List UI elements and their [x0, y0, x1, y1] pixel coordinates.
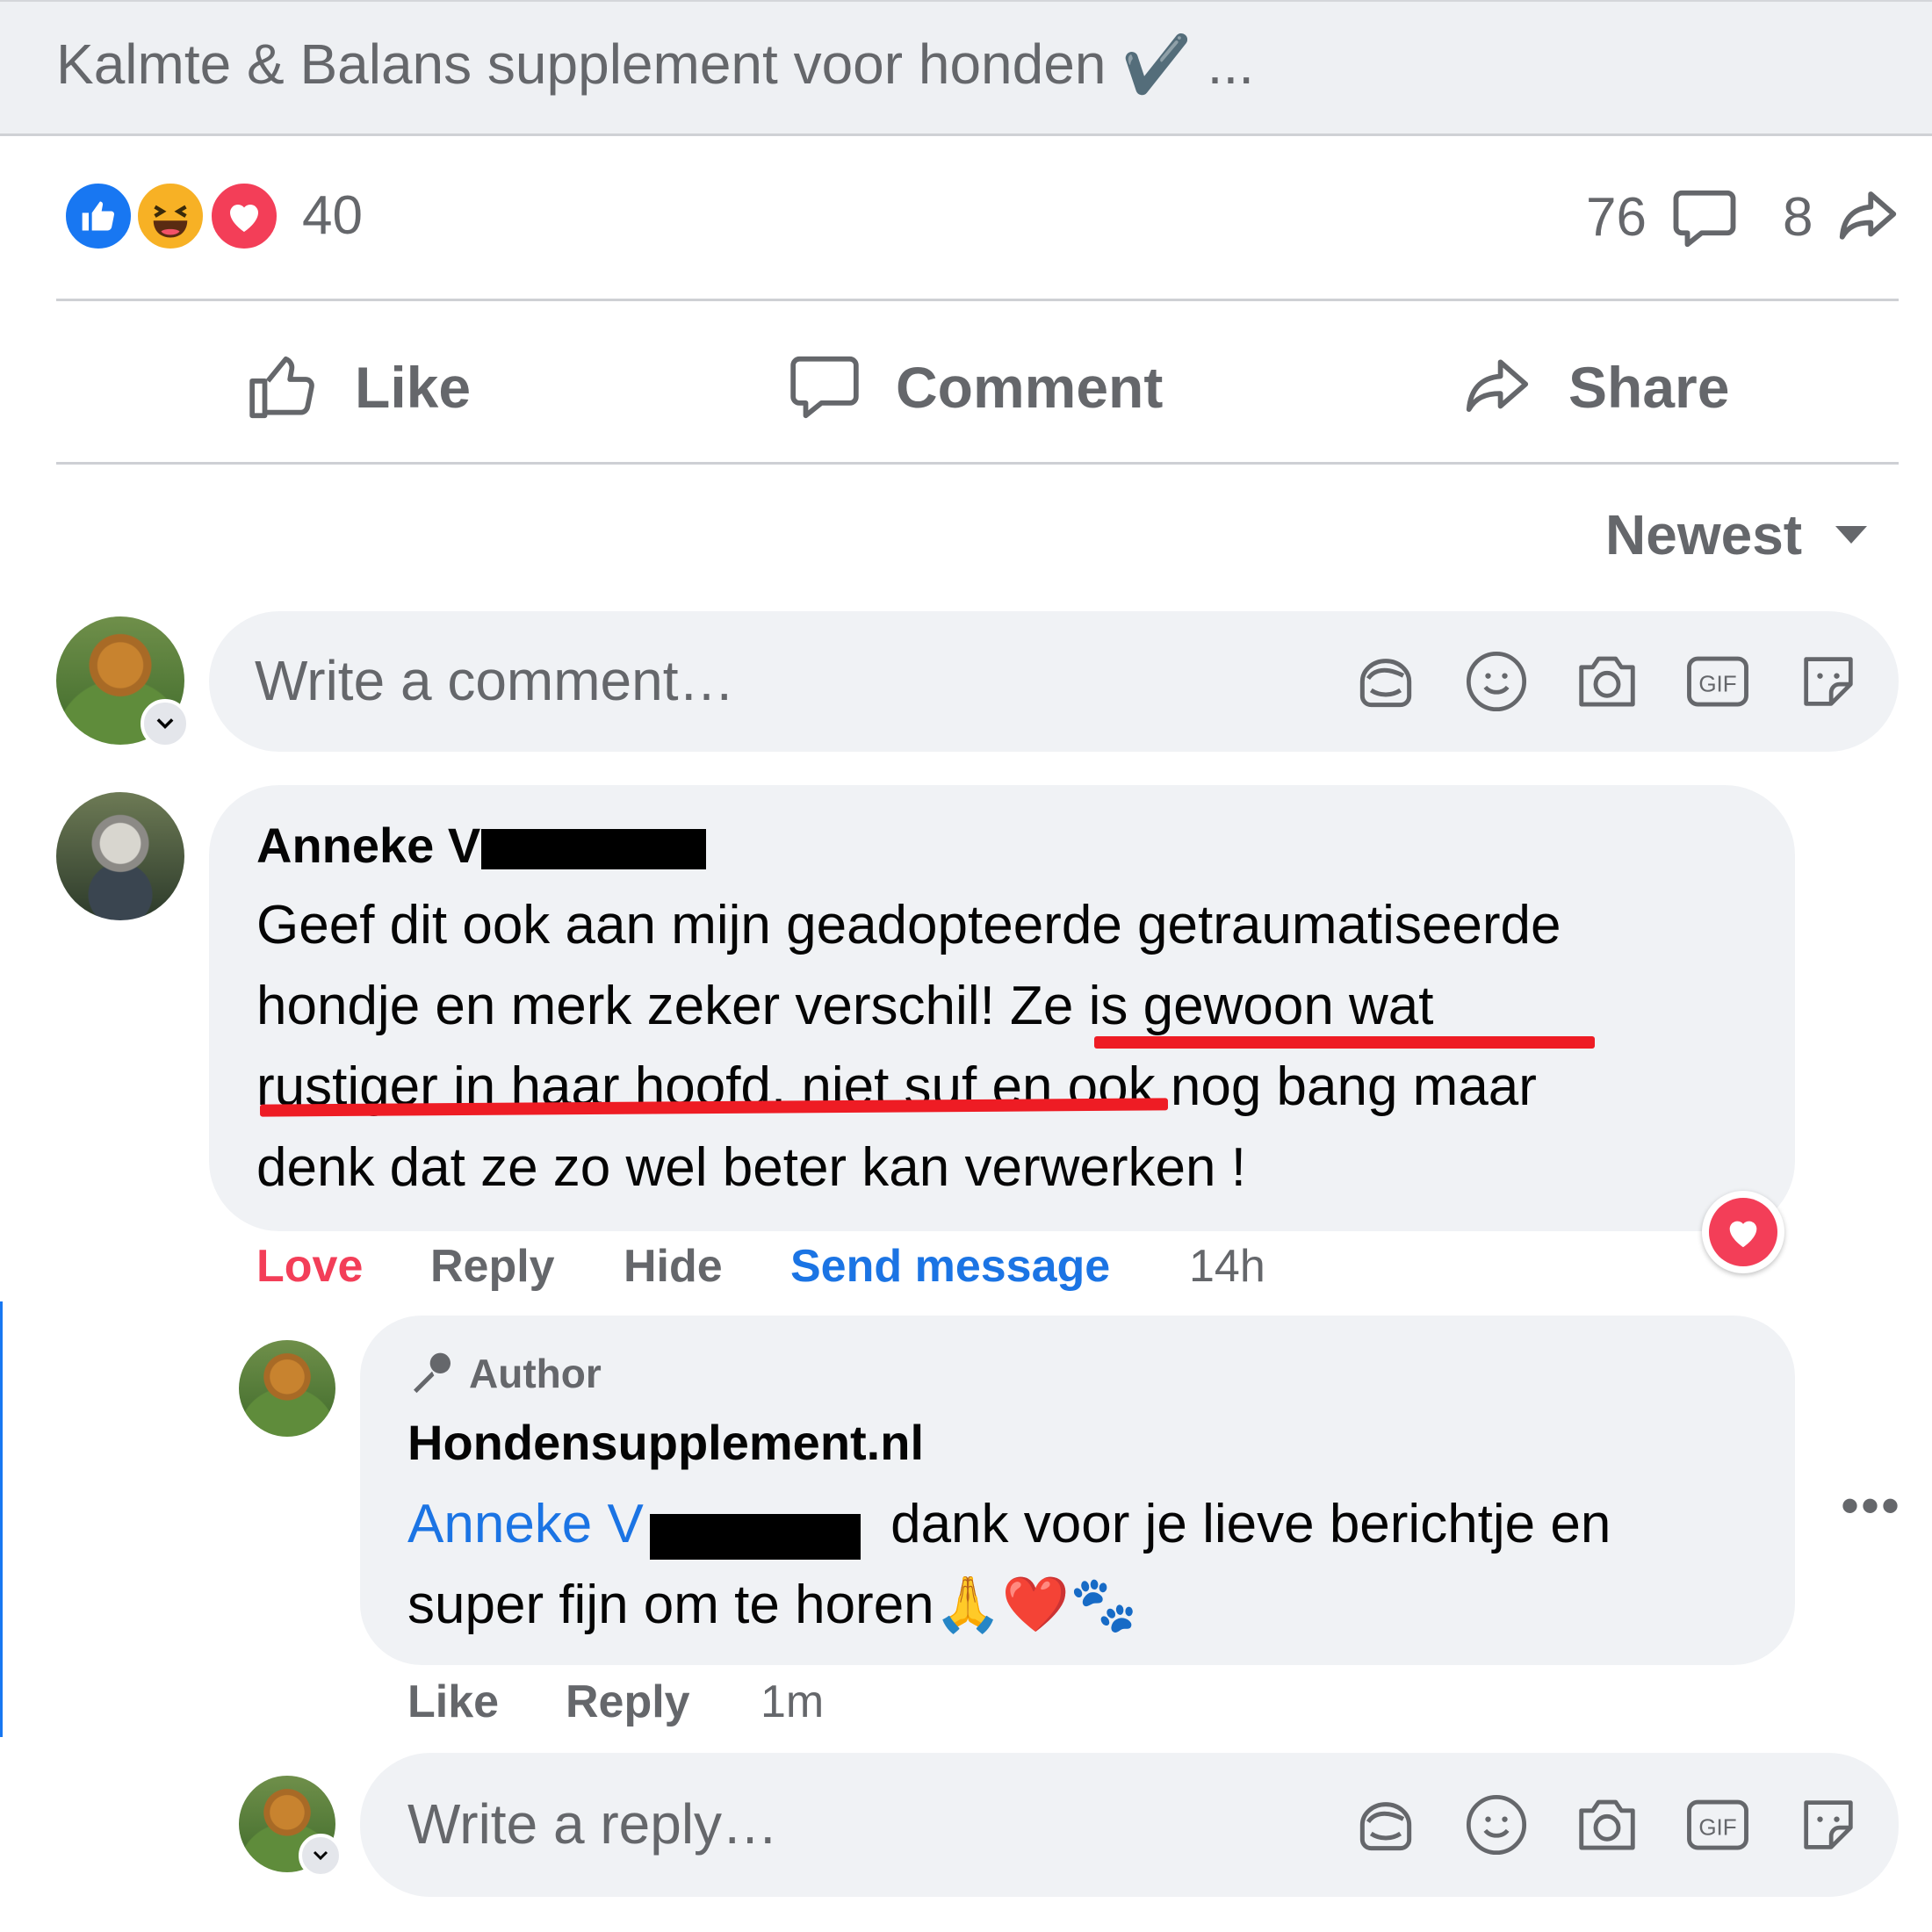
caret-down-icon — [1835, 526, 1868, 544]
reply-button[interactable]: Reply — [430, 1240, 555, 1293]
camera-icon[interactable] — [1570, 1788, 1644, 1862]
comment-bubble: Anneke V Geef dit ook aan mijn geadoptee… — [209, 785, 1795, 1231]
avatar-sticker-icon[interactable] — [1349, 645, 1423, 718]
share-button[interactable]: Share — [1460, 348, 1729, 427]
comment-button-label: Comment — [896, 355, 1164, 420]
redaction-bar — [481, 829, 706, 869]
reply-like-button[interactable]: Like — [407, 1676, 499, 1728]
comment-line: hondje en merk zeker verschil! Ze is gew… — [256, 976, 1434, 1036]
divider — [56, 462, 1899, 465]
comment-input[interactable]: Write a comment… — [255, 648, 735, 713]
reply-author-name[interactable]: Hondensupplement.nl — [407, 1414, 924, 1471]
love-reaction-icon[interactable] — [207, 179, 281, 253]
comment-line: Geef dit ook aan mijn geadopteerde getra… — [256, 895, 1561, 955]
share-count[interactable]: 8 — [1783, 186, 1813, 249]
reply-line: Anneke V dank voor je lieve berichtje en — [407, 1484, 1611, 1565]
annotation-underline — [1094, 1036, 1595, 1049]
gif-icon[interactable]: GIF — [1681, 645, 1755, 718]
reply-text: dank voor je lieve berichtje en — [890, 1494, 1611, 1554]
post-preview[interactable]: Kalmte & Balans supplement voor honden ✔… — [0, 0, 1932, 136]
thread-line — [0, 1301, 3, 1737]
sort-dropdown[interactable]: Newest — [1605, 502, 1869, 567]
gif-icon[interactable]: GIF — [1681, 1788, 1755, 1862]
chevron-down-icon[interactable] — [141, 699, 190, 748]
love-reaction-button[interactable]: Love — [256, 1240, 363, 1293]
sticker-icon[interactable] — [1791, 1788, 1865, 1862]
comment-timestamp[interactable]: 14h — [1189, 1240, 1265, 1293]
comment-line: rustiger in haar hoofd, niet suf en ook … — [256, 1056, 1537, 1117]
send-message-button[interactable]: Send message — [790, 1240, 1110, 1293]
reply-composer[interactable]: Write a reply… GIF — [360, 1753, 1899, 1897]
like-button[interactable]: Like — [246, 348, 471, 427]
comment-author-name[interactable]: Anneke V — [256, 817, 480, 874]
reply-timestamp[interactable]: 1m — [761, 1676, 824, 1728]
thumbs-up-icon — [249, 356, 314, 419]
chevron-down-icon[interactable] — [299, 1834, 342, 1878]
divider — [56, 299, 1899, 301]
author-badge: Author — [407, 1349, 602, 1398]
reply-input[interactable]: Write a reply… — [407, 1791, 778, 1856]
mention-link[interactable]: Anneke V — [407, 1494, 644, 1554]
like-button-label: Like — [355, 355, 472, 420]
shares-icon[interactable] — [1834, 183, 1902, 256]
page-avatar[interactable] — [239, 1340, 335, 1437]
share-arrow-icon — [1466, 359, 1529, 412]
emoji-icon[interactable] — [1460, 645, 1533, 718]
post-preview-text: Kalmte & Balans supplement voor honden ✔… — [56, 32, 1254, 96]
hide-button[interactable]: Hide — [624, 1240, 723, 1293]
camera-icon[interactable] — [1570, 645, 1644, 718]
svg-text:GIF: GIF — [1698, 1813, 1736, 1840]
avatar-sticker-icon[interactable] — [1349, 1788, 1423, 1862]
comment-line: denk dat ze zo wel beter kan verwerken ! — [256, 1137, 1246, 1198]
love-icon — [1709, 1198, 1777, 1266]
reply-bubble: Author Hondensupplement.nl Anneke V dank… — [360, 1316, 1795, 1665]
more-options-icon[interactable]: ••• — [1841, 1475, 1901, 1536]
reply-reply-button[interactable]: Reply — [566, 1676, 690, 1728]
comment-composer[interactable]: Write a comment… GIF — [209, 611, 1899, 752]
like-reaction-icon[interactable] — [61, 179, 135, 253]
author-badge-label: Author — [469, 1351, 602, 1396]
comment-reaction-badge[interactable] — [1702, 1191, 1784, 1273]
share-button-label: Share — [1568, 355, 1730, 420]
emoji-icon[interactable] — [1460, 1788, 1533, 1862]
reply-line: super fijn om te horen🙏❤️🐾 — [407, 1575, 1138, 1635]
reaction-count[interactable]: 40 — [302, 184, 363, 247]
sort-label: Newest — [1605, 503, 1803, 566]
svg-text:GIF: GIF — [1698, 670, 1736, 696]
commenter-avatar[interactable] — [56, 792, 184, 920]
comment-count[interactable]: 76 — [1586, 186, 1647, 249]
comments-icon[interactable] — [1670, 184, 1739, 257]
microphone-icon — [414, 1352, 451, 1394]
sticker-icon[interactable] — [1791, 645, 1865, 718]
comment-button[interactable]: Comment — [787, 348, 1163, 427]
haha-reaction-icon[interactable] — [133, 179, 207, 253]
redaction-bar — [650, 1514, 861, 1560]
comment-bubble-icon — [790, 356, 859, 419]
